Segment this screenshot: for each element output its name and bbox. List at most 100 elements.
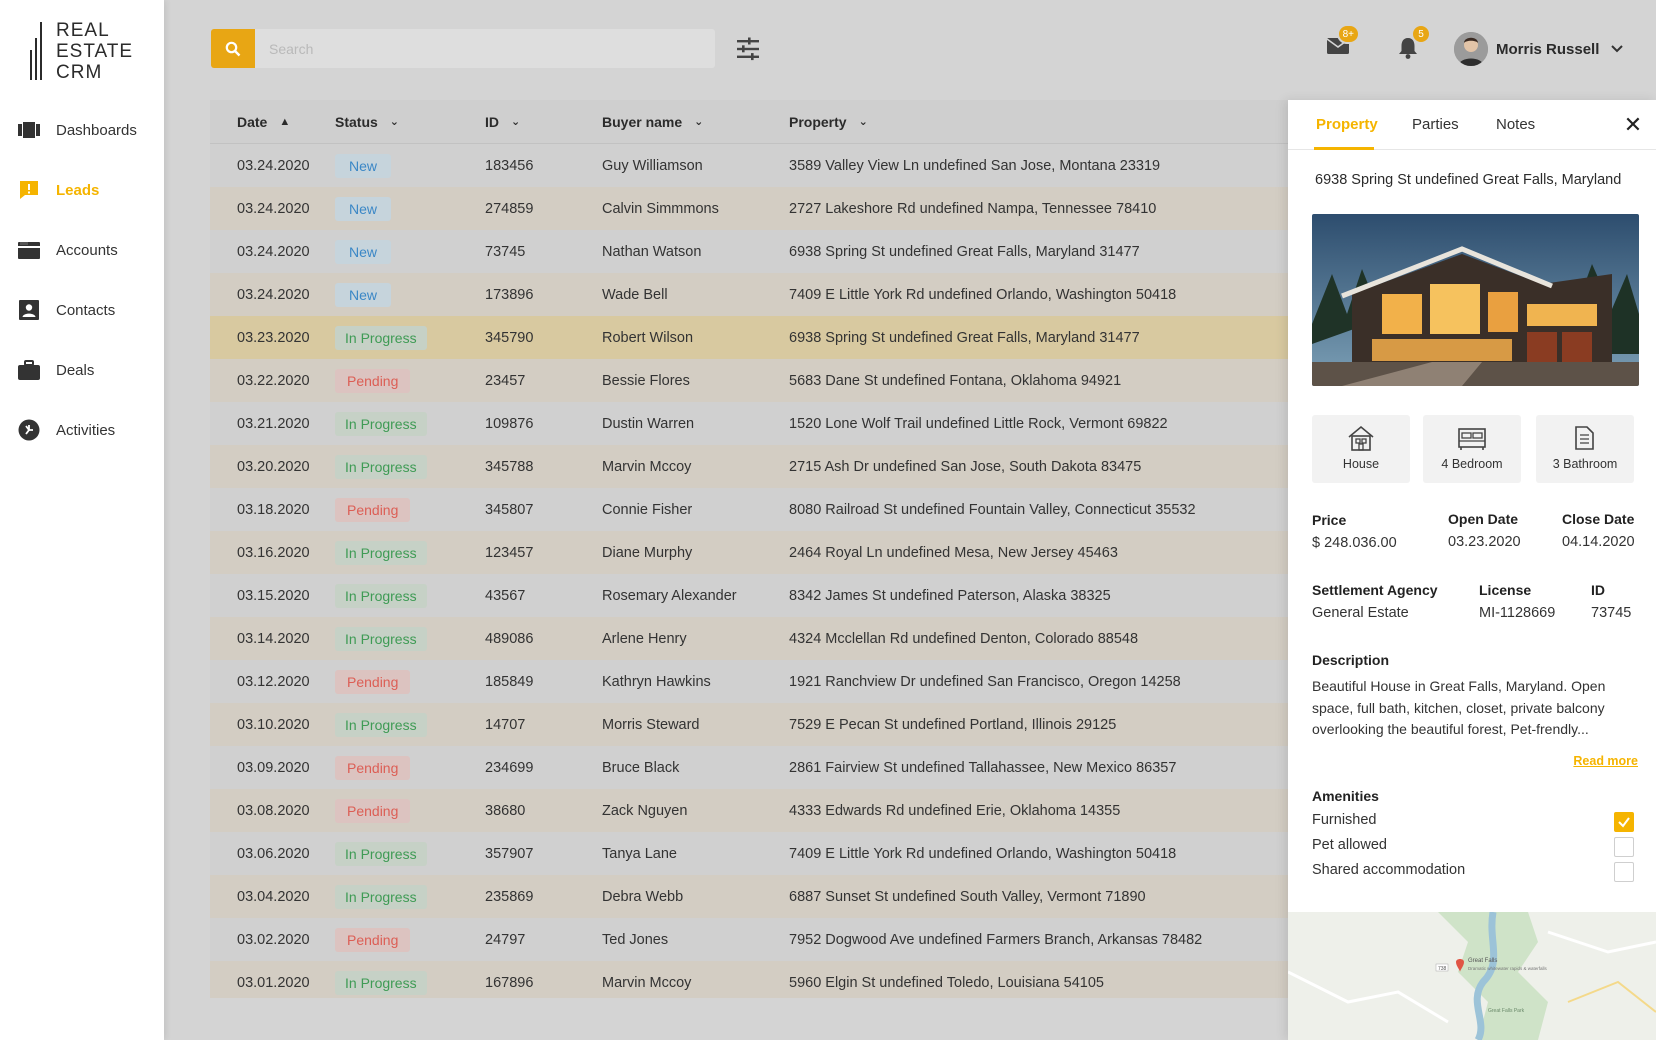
- status-badge: In Progress: [335, 583, 427, 608]
- sidebar-item-contacts[interactable]: Contacts: [0, 280, 164, 340]
- column-header-status[interactable]: Status ⌄: [335, 114, 485, 130]
- cell-status: New: [335, 153, 485, 178]
- cell-property: 2464 Royal Ln undefined Mesa, New Jersey…: [789, 544, 1118, 561]
- mail-button[interactable]: 8+: [1326, 24, 1360, 64]
- cell-date: 03.20.2020: [237, 458, 310, 475]
- agency-label: Settlement Agency: [1312, 582, 1438, 598]
- sidebar-item-activities[interactable]: Activities: [0, 400, 164, 460]
- sidebar-nav: Dashboards Leads Accounts Contacts Deals: [0, 100, 164, 460]
- feature-bedrooms: 4 Bedroom: [1423, 415, 1521, 483]
- table-row[interactable]: 03.22.2020 Pending 23457 Bessie Flores 5683 …: [210, 359, 1290, 402]
- cell-id: 357907: [485, 845, 534, 862]
- cell-status: Pending: [335, 927, 485, 952]
- user-menu[interactable]: Morris Russell: [1454, 31, 1624, 67]
- activities-icon: [18, 419, 40, 441]
- notifications-button[interactable]: 5: [1397, 24, 1431, 64]
- sidebar-item-label: Leads: [56, 181, 100, 199]
- amenity-checkbox[interactable]: [1614, 812, 1634, 832]
- amenity-shared-accommodation: Shared accommodation: [1312, 862, 1634, 884]
- cell-date: 03.23.2020: [237, 329, 310, 346]
- cell-status: In Progress: [335, 712, 485, 737]
- cell-buyer-name: Wade Bell: [602, 286, 668, 303]
- table-row[interactable]: 03.12.2020 Pending 185849 Kathryn Hawkins 19…: [210, 660, 1290, 703]
- map-road-label: 738: [1438, 966, 1447, 972]
- amenity-label: Shared accommodation: [1312, 862, 1466, 878]
- table-row[interactable]: 03.01.2020 In Progress 167896 Marvin Mccoy 5…: [210, 961, 1290, 998]
- column-header-buyer[interactable]: Buyer name ⌄: [602, 114, 789, 130]
- tab-notes[interactable]: Notes: [1496, 116, 1535, 133]
- cell-property: 7952 Dogwood Ave undefined Farmers Branc…: [789, 931, 1203, 948]
- cell-property: 1921 Ranchview Dr undefined San Francisc…: [789, 673, 1181, 690]
- feature-label: 4 Bedroom: [1441, 457, 1503, 471]
- property-map[interactable]: Great Falls Dramatic whitewater rapids &…: [1288, 912, 1656, 1040]
- status-badge: In Progress: [335, 626, 427, 651]
- description-text: Beautiful House in Great Falls, Maryland…: [1312, 678, 1606, 737]
- table-row[interactable]: 03.18.2020 Pending 345807 Connie Fisher 8080…: [210, 488, 1290, 531]
- table-row[interactable]: 03.20.2020 In Progress 345788 Marvin Mccoy 2…: [210, 445, 1290, 488]
- close-panel-button[interactable]: ✕: [1622, 114, 1644, 136]
- cell-id: 167896: [485, 974, 534, 991]
- table-row[interactable]: 03.24.2020 New 274859 Calvin Simmmons 2727 L…: [210, 187, 1290, 230]
- table-row[interactable]: 03.10.2020 In Progress 14707 Morris Steward…: [210, 703, 1290, 746]
- amenity-checkbox[interactable]: [1614, 862, 1634, 882]
- tab-property[interactable]: Property: [1316, 116, 1378, 133]
- table-row[interactable]: 03.15.2020 In Progress 43567 Rosemary Alexa…: [210, 574, 1290, 617]
- cell-property: 4333 Edwards Rd undefined Erie, Oklahoma…: [789, 802, 1121, 819]
- table-row[interactable]: 03.14.2020 In Progress 489086 Arlene Henry 4…: [210, 617, 1290, 660]
- read-more-link[interactable]: Read more: [1573, 754, 1638, 768]
- column-header-id[interactable]: ID ⌄: [485, 114, 602, 130]
- cell-id: 185849: [485, 673, 534, 690]
- cell-property: 8080 Railroad St undefined Fountain Vall…: [789, 501, 1196, 518]
- chevron-down-icon: ⌄: [858, 116, 868, 128]
- cell-id: 345807: [485, 501, 534, 518]
- column-header-date[interactable]: Date ▲: [210, 114, 335, 130]
- property-photo[interactable]: [1312, 214, 1639, 386]
- cell-id: 345790: [485, 329, 534, 346]
- table-row[interactable]: 03.04.2020 In Progress 235869 Debra Webb 688…: [210, 875, 1290, 918]
- search-button[interactable]: [211, 29, 255, 68]
- table-row[interactable]: 03.23.2020 In Progress 345790 Robert Wilson…: [210, 316, 1290, 359]
- sidebar-item-leads[interactable]: Leads: [0, 160, 164, 220]
- table-row[interactable]: 03.24.2020 New 183456 Guy Williamson 3589 Va…: [210, 144, 1290, 187]
- filter-button[interactable]: [734, 35, 762, 63]
- table-row[interactable]: 03.09.2020 Pending 234699 Bruce Black 2861 F…: [210, 746, 1290, 789]
- cell-id: 123457: [485, 544, 534, 561]
- sidebar-item-accounts[interactable]: Accounts: [0, 220, 164, 280]
- cell-id: 489086: [485, 630, 534, 647]
- app-logo[interactable]: REAL ESTATE CRM: [30, 20, 140, 83]
- amenity-checkbox[interactable]: [1614, 837, 1634, 857]
- cell-status: In Progress: [335, 411, 485, 436]
- cell-status: New: [335, 282, 485, 307]
- cell-date: 03.18.2020: [237, 501, 310, 518]
- sidebar-item-deals[interactable]: Deals: [0, 340, 164, 400]
- tab-parties[interactable]: Parties: [1412, 116, 1459, 133]
- search-input[interactable]: [255, 29, 715, 68]
- status-badge: Pending: [335, 798, 411, 823]
- table-row[interactable]: 03.16.2020 In Progress 123457 Diane Murphy 2…: [210, 531, 1290, 574]
- cell-buyer-name: Connie Fisher: [602, 501, 693, 518]
- cell-buyer-name: Guy Williamson: [602, 157, 703, 174]
- cell-id: 109876: [485, 415, 534, 432]
- cell-status: New: [335, 196, 485, 221]
- status-badge: In Progress: [335, 884, 427, 909]
- table-row[interactable]: 03.02.2020 Pending 24797 Ted Jones 7952 Dogw…: [210, 918, 1290, 961]
- table-header: Date ▲ Status ⌄ ID ⌄ Buyer name ⌄ Property ⌄: [210, 100, 1290, 144]
- cell-buyer-name: Diane Murphy: [602, 544, 693, 561]
- cell-date: 03.16.2020: [237, 544, 310, 561]
- sidebar-item-dashboards[interactable]: Dashboards: [0, 100, 164, 160]
- cell-status: In Progress: [335, 325, 485, 350]
- cell-status: Pending: [335, 368, 485, 393]
- table-row[interactable]: 03.21.2020 In Progress 109876 Dustin Warren…: [210, 402, 1290, 445]
- table-row[interactable]: 03.24.2020 New 173896 Wade Bell 7409 E Littl…: [210, 273, 1290, 316]
- status-badge: Pending: [335, 755, 411, 780]
- cell-buyer-name: Nathan Watson: [602, 243, 702, 260]
- map-poi-label: Great Falls: [1468, 958, 1497, 964]
- cell-property: 5683 Dane St undefined Fontana, Oklahoma…: [789, 372, 1122, 389]
- amenity-label: Pet allowed: [1312, 837, 1387, 853]
- cell-date: 03.24.2020: [237, 243, 310, 260]
- status-badge: New: [335, 153, 392, 178]
- table-row[interactable]: 03.08.2020 Pending 38680 Zack Nguyen 4333 Ed…: [210, 789, 1290, 832]
- table-row[interactable]: 03.24.2020 New 73745 Nathan Watson 6938 Spri…: [210, 230, 1290, 273]
- table-row[interactable]: 03.06.2020 In Progress 357907 Tanya Lane 740…: [210, 832, 1290, 875]
- column-header-property[interactable]: Property ⌄: [789, 114, 1290, 130]
